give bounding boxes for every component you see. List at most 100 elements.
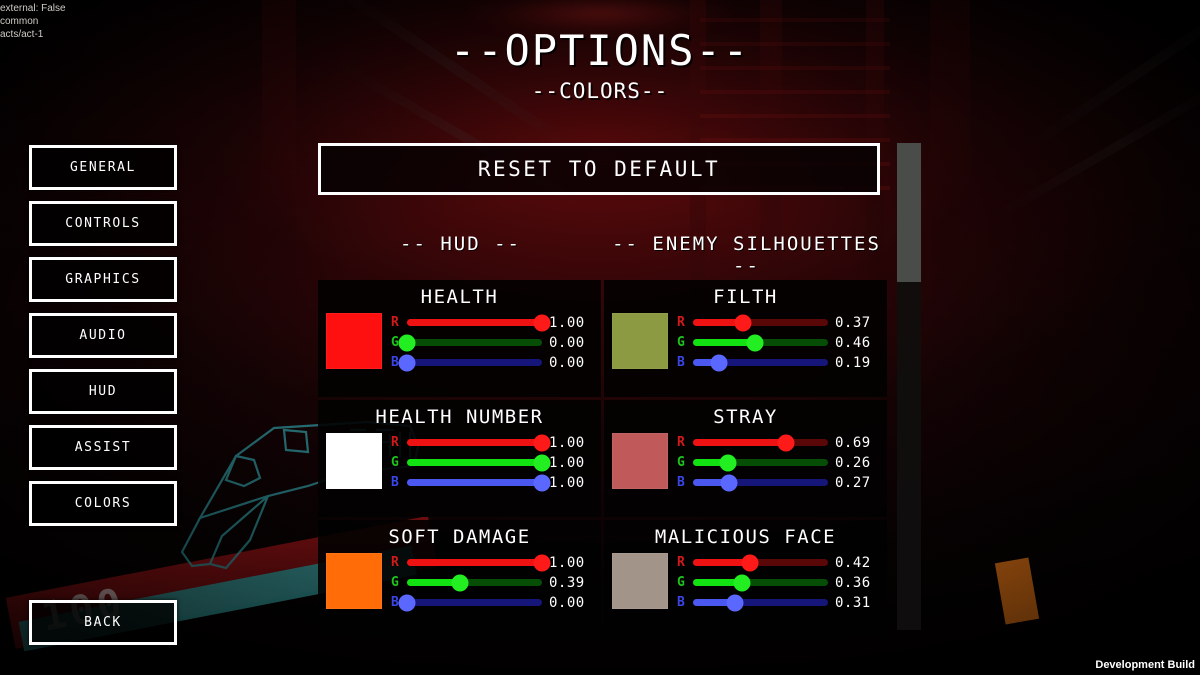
slider-value-g: 0.46 bbox=[835, 334, 871, 351]
debug-line: common bbox=[0, 16, 39, 27]
color-card-title: FILTH bbox=[713, 286, 778, 308]
debug-line: acts/act-1 bbox=[0, 29, 44, 40]
slider-handle-g[interactable] bbox=[746, 334, 764, 351]
reset-to-default-button[interactable]: RESET TO DEFAULT bbox=[318, 143, 880, 195]
slider-track-r[interactable] bbox=[407, 554, 551, 571]
slider-track-g[interactable] bbox=[693, 334, 828, 351]
channel-label-g: G bbox=[391, 575, 399, 590]
slider-handle-b[interactable] bbox=[398, 354, 416, 371]
slider-handle-r[interactable] bbox=[741, 554, 759, 571]
slider-row-r: R 1.00 bbox=[391, 434, 593, 451]
slider-track-g[interactable] bbox=[407, 574, 542, 591]
color-card-title: MALICIOUS FACE bbox=[654, 526, 837, 548]
color-card: MALICIOUS FACE R 0.42 G 0.36 B 0.31 bbox=[604, 520, 887, 637]
color-card: SOFT DAMAGE R 1.00 G 0.39 B 0.00 bbox=[318, 520, 601, 637]
in-game-stamina-pip bbox=[994, 557, 1040, 625]
channel-label-g: G bbox=[677, 335, 685, 350]
back-button-wrapper: BACK bbox=[29, 600, 177, 656]
slider-handle-b[interactable] bbox=[710, 354, 728, 371]
slider-track-r[interactable] bbox=[693, 554, 828, 571]
slider-track-r[interactable] bbox=[407, 434, 551, 451]
slider-handle-b[interactable] bbox=[398, 594, 416, 611]
debug-line: external: False bbox=[0, 3, 66, 14]
options-scrollbar-thumb[interactable] bbox=[897, 143, 921, 282]
slider-track-b[interactable] bbox=[693, 474, 828, 491]
color-card-title: SOFT DAMAGE bbox=[388, 526, 531, 548]
slider-value-b: 0.31 bbox=[835, 594, 871, 611]
sidebar-item-hud[interactable]: HUD bbox=[29, 369, 177, 414]
slider-track-b[interactable] bbox=[407, 474, 551, 491]
rgb-slider-group: R 0.37 G 0.46 B 0.19 bbox=[677, 313, 879, 371]
debug-overlay: external: False common acts/act-1 bbox=[0, 2, 66, 41]
options-scrollbar-track[interactable] bbox=[897, 143, 921, 630]
slider-value-g: 1.00 bbox=[549, 454, 585, 471]
slider-track-g[interactable] bbox=[693, 454, 828, 471]
slider-track-g[interactable] bbox=[693, 574, 828, 591]
color-card-body: R 0.42 G 0.36 B 0.31 bbox=[612, 553, 879, 611]
channel-label-b: B bbox=[677, 595, 685, 610]
color-card-body: R 1.00 G 0.39 B 0.00 bbox=[326, 553, 593, 611]
slider-row-r: R 1.00 bbox=[391, 314, 593, 331]
slider-row-g: G 0.00 bbox=[391, 334, 593, 351]
slider-value-r: 0.69 bbox=[835, 434, 871, 451]
slider-track-g[interactable] bbox=[407, 454, 551, 471]
corridor-pillar bbox=[930, 0, 970, 320]
color-card-title: STRAY bbox=[713, 406, 778, 428]
sidebar-item-graphics[interactable]: GRAPHICS bbox=[29, 257, 177, 302]
channel-label-r: R bbox=[677, 315, 685, 330]
sidebar-item-colors[interactable]: COLORS bbox=[29, 481, 177, 526]
slider-track-r[interactable] bbox=[693, 434, 828, 451]
slider-track-b[interactable] bbox=[693, 594, 828, 611]
slider-handle-r[interactable] bbox=[533, 434, 551, 451]
corridor-rib bbox=[700, 138, 890, 142]
color-card-body: R 1.00 G 1.00 B 1.00 bbox=[326, 433, 593, 491]
color-card: HEALTH NUMBER R 1.00 G 1.00 B 1.00 bbox=[318, 400, 601, 517]
slider-value-b: 0.00 bbox=[549, 594, 585, 611]
slider-handle-g[interactable] bbox=[533, 454, 551, 471]
slider-handle-r[interactable] bbox=[777, 434, 795, 451]
section-header-enemy-silhouettes: -- ENEMY SILHOUETTES -- bbox=[612, 233, 881, 277]
back-button[interactable]: BACK bbox=[29, 600, 177, 645]
slider-handle-b[interactable] bbox=[533, 474, 551, 491]
slider-row-b: B 0.27 bbox=[677, 474, 879, 491]
slider-row-b: B 0.19 bbox=[677, 354, 879, 371]
slider-fill-r bbox=[407, 559, 542, 566]
color-card-body: R 1.00 G 0.00 B 0.00 bbox=[326, 313, 593, 371]
slider-track-b[interactable] bbox=[693, 354, 828, 371]
slider-value-b: 0.19 bbox=[835, 354, 871, 371]
slider-handle-g[interactable] bbox=[398, 334, 416, 351]
channel-label-g: G bbox=[677, 455, 685, 470]
corridor-rib bbox=[700, 18, 890, 22]
slider-handle-g[interactable] bbox=[451, 574, 469, 591]
sidebar-item-general[interactable]: GENERAL bbox=[29, 145, 177, 190]
sidebar-item-audio[interactable]: AUDIO bbox=[29, 313, 177, 358]
corridor-pillar bbox=[262, 0, 296, 330]
color-card-title: HEALTH bbox=[420, 286, 499, 308]
slider-row-g: G 0.46 bbox=[677, 334, 879, 351]
slider-handle-b[interactable] bbox=[726, 594, 744, 611]
slider-handle-r[interactable] bbox=[533, 314, 551, 331]
slider-value-r: 1.00 bbox=[549, 434, 585, 451]
slider-handle-g[interactable] bbox=[733, 574, 751, 591]
slider-track-b[interactable] bbox=[398, 354, 542, 371]
channel-label-r: R bbox=[677, 555, 685, 570]
slider-row-b: B 0.00 bbox=[391, 594, 593, 611]
slider-track-b[interactable] bbox=[398, 594, 542, 611]
slider-handle-g[interactable] bbox=[719, 454, 737, 471]
rgb-slider-group: R 1.00 G 1.00 B 1.00 bbox=[391, 433, 593, 491]
slider-handle-b[interactable] bbox=[720, 474, 738, 491]
slider-track-r[interactable] bbox=[407, 314, 551, 331]
channel-label-r: R bbox=[677, 435, 685, 450]
slider-handle-r[interactable] bbox=[533, 554, 551, 571]
slider-handle-r[interactable] bbox=[734, 314, 752, 331]
slider-value-r: 1.00 bbox=[549, 314, 585, 331]
sidebar-item-controls[interactable]: CONTROLS bbox=[29, 201, 177, 246]
slider-fill-b bbox=[407, 479, 542, 486]
sidebar-item-assist[interactable]: ASSIST bbox=[29, 425, 177, 470]
slider-value-r: 1.00 bbox=[549, 554, 585, 571]
support-beam bbox=[1022, 0, 1200, 154]
slider-track-g[interactable] bbox=[398, 334, 542, 351]
color-card-body: R 0.69 G 0.26 B 0.27 bbox=[612, 433, 879, 491]
color-swatch-preview bbox=[612, 553, 668, 609]
slider-track-r[interactable] bbox=[693, 314, 828, 331]
